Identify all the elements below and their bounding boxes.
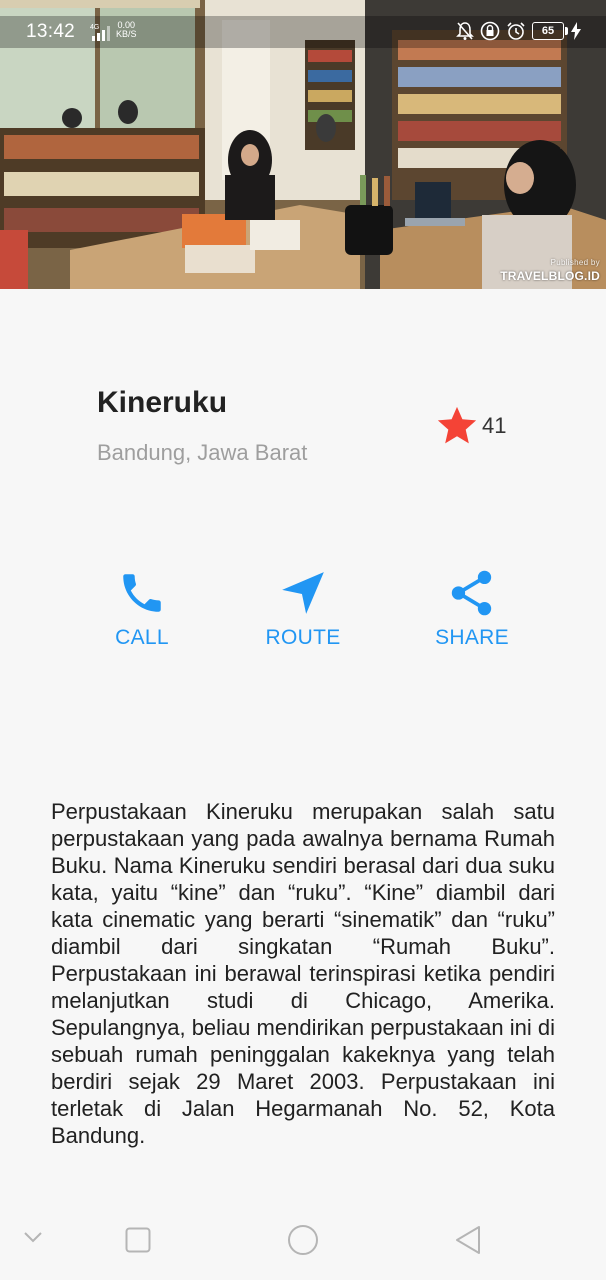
rating-count: 41: [482, 413, 507, 438]
share-button[interactable]: SHARE: [402, 568, 542, 650]
navigation-arrow-icon: [282, 572, 324, 614]
charging-bolt-icon: [571, 22, 581, 40]
watermark-brand: TRAVELBLOG.ID: [500, 269, 600, 283]
alarm-clock-icon: [507, 22, 525, 40]
cellular-signal-icon: 4G: [90, 22, 112, 47]
rating[interactable]: 41: [436, 406, 506, 446]
lock-circle-icon: [480, 21, 500, 41]
share-label: SHARE: [435, 626, 509, 649]
route-label: ROUTE: [265, 626, 341, 649]
back-triangle-icon: [456, 1226, 480, 1254]
bell-muted-icon: [456, 22, 474, 40]
battery-icon: 65: [532, 22, 568, 40]
status-bar: 13:42 4G 0.00 KB/S 65: [0, 16, 606, 48]
share-icon: [451, 570, 492, 616]
recent-apps-button[interactable]: [125, 1227, 151, 1258]
back-button[interactable]: [454, 1225, 482, 1260]
circle-icon: [288, 1225, 318, 1255]
photo-watermark: Published by TRAVELBLOG.ID: [500, 258, 600, 285]
watermark-caption: Published by: [550, 258, 600, 267]
system-navigation-bar: [0, 1200, 606, 1280]
status-icons: 65: [456, 21, 582, 41]
call-button[interactable]: CALL: [72, 568, 212, 650]
place-description: Perpustakaan Kineruku merupakan salah sa…: [51, 799, 555, 1148]
place-location: Bandung, Jawa Barat: [97, 440, 308, 465]
chevron-down-icon: [24, 1232, 42, 1243]
phone-icon: [123, 574, 161, 612]
network-speed-unit: KB/S: [116, 29, 137, 39]
network-speed: 0.00 KB/S: [116, 21, 137, 39]
network-type: 4G: [90, 24, 99, 31]
call-label: CALL: [115, 626, 169, 649]
status-time: 13:42: [26, 21, 76, 42]
place-title: Kineruku: [97, 386, 228, 419]
star-icon: [437, 406, 477, 444]
collapse-nav-button[interactable]: [22, 1230, 44, 1249]
square-icon: [125, 1227, 151, 1253]
route-button[interactable]: ROUTE: [233, 568, 373, 650]
home-button[interactable]: [287, 1224, 319, 1261]
